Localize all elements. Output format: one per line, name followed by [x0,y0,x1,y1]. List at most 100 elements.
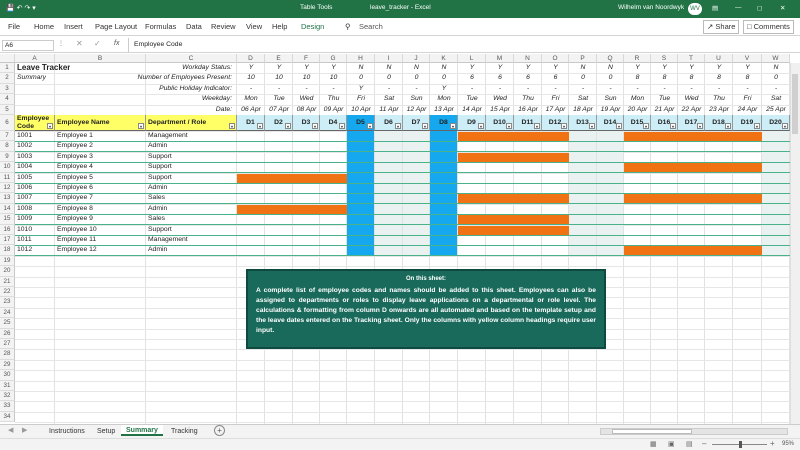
row-header[interactable]: 10 [0,162,15,173]
tab-file[interactable]: File [8,22,20,31]
avatar[interactable]: WV [688,3,702,15]
filter-dropdown-icon[interactable]: ▾ [229,123,235,129]
page-break-view-icon[interactable]: ▤ [686,440,693,448]
column-header[interactable]: K [430,54,458,63]
tab-help[interactable]: Help [272,22,287,31]
filter-dropdown-icon[interactable]: ▾ [312,123,318,129]
scroll-tabs-left-icon[interactable]: ◀ [8,426,13,434]
row-header[interactable]: 25 [0,318,15,329]
row-header[interactable]: 30 [0,370,15,381]
row-header[interactable]: 18 [0,245,15,256]
comments-button[interactable]: □ Comments [743,20,794,34]
row-header[interactable]: 20 [0,266,15,277]
tab-view[interactable]: View [246,22,262,31]
row-header[interactable]: 34 [0,411,15,423]
filter-dropdown-icon[interactable]: ▾ [643,123,649,129]
row-header[interactable]: 14 [0,203,15,215]
filter-dropdown-icon[interactable]: ▾ [506,123,512,129]
filter-dropdown-icon[interactable]: ▾ [422,123,428,129]
table-header[interactable]: Employee Code ▾ [15,115,55,131]
filter-dropdown-icon[interactable]: ▾ [697,123,703,129]
filter-dropdown-icon[interactable]: ▾ [367,123,373,129]
tab-design[interactable]: Design [301,22,324,31]
column-header[interactable]: E [265,54,293,63]
enter-icon[interactable]: ✓ [94,39,101,48]
filter-dropdown-icon[interactable]: ▾ [589,123,595,129]
page-layout-view-icon[interactable]: ▣ [668,440,675,448]
filter-dropdown-icon[interactable]: ▾ [754,123,760,129]
filter-dropdown-icon[interactable]: ▾ [725,123,731,129]
filter-dropdown-icon[interactable]: ▾ [782,123,788,129]
filter-dropdown-icon[interactable]: ▾ [285,123,291,129]
ribbon-options-icon[interactable]: ▤ [712,4,718,12]
row-header[interactable]: 15 [0,214,15,225]
select-all-corner[interactable] [0,54,15,63]
row-header[interactable]: 17 [0,235,15,246]
cancel-icon[interactable]: ✕ [76,39,83,48]
filter-dropdown-icon[interactable]: ▾ [138,123,144,129]
row-header[interactable]: 2 [0,73,15,84]
scroll-tabs-right-icon[interactable]: ▶ [22,426,27,434]
filter-dropdown-icon[interactable]: ▾ [339,123,345,129]
filter-dropdown-icon[interactable]: ▾ [450,123,456,129]
column-header[interactable]: J [403,54,430,63]
day-column-header[interactable]: D4 ▾ [320,115,347,131]
column-header[interactable]: L [458,54,486,63]
row-header[interactable]: 7 [0,131,15,142]
column-header[interactable]: Q [597,54,624,63]
row-header[interactable]: 26 [0,328,15,339]
zoom-in-icon[interactable]: + [770,439,775,448]
column-header[interactable]: R [624,54,651,63]
filter-dropdown-icon[interactable]: ▾ [561,123,567,129]
column-header[interactable]: S [651,54,678,63]
search-box[interactable]: Search [359,22,383,31]
row-header[interactable]: 3 [0,83,15,95]
filter-dropdown-icon[interactable]: ▾ [616,123,622,129]
day-column-header[interactable]: D20 ▾ [762,115,790,131]
normal-view-icon[interactable]: ▦ [650,440,657,448]
day-column-header[interactable]: D16 ▾ [651,115,678,131]
scrollbar-thumb[interactable] [612,429,692,434]
column-header[interactable]: P [569,54,597,63]
table-header[interactable]: Department / Role ▾ [146,115,237,131]
formula-input[interactable]: Employee Code [128,38,800,52]
row-header[interactable]: 1 [0,63,15,74]
tab-review[interactable]: Review [211,22,236,31]
column-header[interactable]: B [55,54,146,63]
sheet-tab-setup[interactable]: Setup [92,426,120,437]
column-header[interactable]: N [514,54,542,63]
filter-dropdown-icon[interactable]: ▾ [670,123,676,129]
column-header[interactable]: T [678,54,705,63]
close-icon[interactable]: ✕ [780,4,785,12]
row-header[interactable]: 19 [0,255,15,267]
column-header[interactable]: F [293,54,320,63]
column-header[interactable]: H [347,54,375,63]
day-column-header[interactable]: D11 ▾ [514,115,542,131]
day-column-header[interactable]: D9 ▾ [458,115,486,131]
day-column-header[interactable]: D10 ▾ [486,115,514,131]
day-column-header[interactable]: D2 ▾ [265,115,293,131]
column-header[interactable]: C [146,54,237,63]
column-header[interactable]: V [733,54,762,63]
tab-page-layout[interactable]: Page Layout [95,22,137,31]
worksheet[interactable]: A B C D E F G H I J K L M N O P Q R S T U V W 1 2 3 4 5 6 7 8 9 10 11 12 13… [0,54,800,424]
row-header[interactable]: 13 [0,193,15,204]
sheet-tab-instructions[interactable]: Instructions [44,426,90,437]
row-header[interactable]: 8 [0,141,15,152]
day-column-header[interactable]: D5 ▾ [347,115,375,131]
name-box-dropdown-icon[interactable]: ⋮ [58,40,64,47]
row-header[interactable]: 21 [0,276,15,287]
name-box[interactable]: A6 [2,40,54,51]
autosave-icons[interactable]: 💾 ↶ ↷ ▾ [6,4,36,12]
column-header[interactable]: I [375,54,403,63]
column-header[interactable]: G [320,54,347,63]
row-header[interactable]: 6 [0,115,15,131]
row-header[interactable]: 27 [0,339,15,350]
sheet-tab-summary[interactable]: Summary [121,425,163,436]
row-header[interactable]: 5 [0,104,15,115]
tab-home[interactable]: Home [34,22,54,31]
column-header[interactable]: D [237,54,265,63]
row-header[interactable]: 9 [0,151,15,163]
row-header[interactable]: 16 [0,224,15,235]
column-header[interactable]: M [486,54,514,63]
